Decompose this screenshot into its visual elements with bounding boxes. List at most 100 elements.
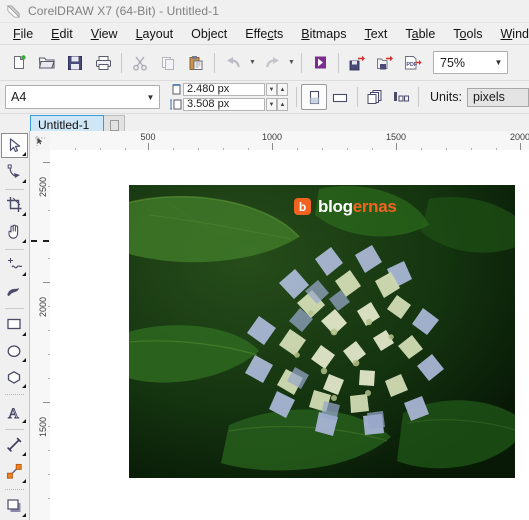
menu-effects[interactable]: Effects (236, 25, 292, 43)
shape-tool[interactable] (1, 159, 28, 184)
menu-table[interactable]: Table (396, 25, 444, 43)
shadow-tool[interactable] (1, 494, 28, 519)
flyout-indicator-icon[interactable] (22, 452, 26, 457)
menu-bitmaps[interactable]: Bitmaps (292, 25, 355, 43)
flyout-indicator-icon[interactable] (22, 331, 26, 336)
page-width-field[interactable]: 2.480 px (183, 83, 265, 96)
menu-tools[interactable]: Tools (444, 25, 491, 43)
copy-button[interactable] (154, 49, 182, 77)
toolbox-separator-3 (5, 308, 24, 310)
flyout-indicator-icon[interactable] (22, 238, 26, 243)
portrait-orientation-button[interactable] (301, 84, 327, 110)
redo-arrow-icon (265, 57, 279, 68)
horizontal-ruler[interactable]: 500 1000 1500 2000 (50, 131, 529, 151)
freehand-curve-icon (7, 257, 22, 269)
artistic-brush-icon (6, 288, 19, 296)
folder-open-icon (38, 57, 55, 69)
property-separator-2 (357, 87, 358, 107)
redo-button[interactable] (258, 49, 286, 77)
chevron-down-icon[interactable]: ▼ (142, 93, 159, 102)
clipboard-paste-icon (189, 55, 203, 70)
all-pages-button[interactable] (362, 84, 388, 110)
flyout-indicator-icon[interactable] (22, 478, 26, 483)
page-height-spinner[interactable]: ▼ ▲ (266, 98, 288, 111)
units-combo[interactable]: pixels (466, 87, 529, 107)
dimension-tool[interactable] (1, 433, 28, 458)
vruler-label-2500: 2500 (38, 177, 48, 198)
save-button[interactable] (61, 49, 89, 77)
artistic-media-tool[interactable] (1, 279, 28, 304)
undo-button[interactable] (219, 49, 247, 77)
new-document-button[interactable] (5, 49, 33, 77)
page-height-field[interactable]: 3.508 px (183, 98, 265, 111)
menu-layout[interactable]: Layout (127, 25, 183, 43)
menu-window[interactable]: Window (491, 25, 529, 43)
drawing-canvas[interactable]: b blogernas (50, 150, 529, 520)
pick-tool[interactable] (1, 133, 28, 159)
text-tool[interactable]: A (1, 399, 28, 424)
chevron-down-icon[interactable]: ▼ (490, 58, 507, 67)
flyout-indicator-icon[interactable] (22, 152, 26, 157)
cut-button[interactable] (126, 49, 154, 77)
ellipse-tool[interactable] (1, 339, 28, 364)
current-page-button[interactable] (388, 84, 414, 110)
rectangle-tool[interactable] (1, 312, 28, 337)
landscape-orientation-button[interactable] (327, 84, 353, 110)
freehand-tool[interactable] (1, 253, 28, 278)
menu-file[interactable]: File (4, 25, 42, 43)
crop-tool[interactable] (1, 193, 28, 218)
redo-history-dropdown[interactable]: ▼ (286, 51, 297, 75)
paper-type-combo[interactable]: A4 ▼ (5, 85, 160, 109)
toolbox-separator-4 (5, 394, 24, 396)
new-page-icon (109, 119, 119, 131)
standard-toolbar: ▼ ▼ PDF 75% ▼ (0, 45, 529, 81)
menu-edit[interactable]: Edit (42, 25, 82, 43)
all-pages-icon (367, 90, 381, 104)
flyout-indicator-icon[interactable] (22, 212, 26, 217)
toolbox-separator-2 (5, 248, 24, 250)
floppy-disk-icon (68, 55, 82, 70)
print-button[interactable] (89, 49, 117, 77)
polygon-tool[interactable] (1, 365, 28, 390)
flyout-indicator-icon[interactable] (22, 358, 26, 363)
hruler-label-1000: 1000 (261, 132, 283, 142)
paste-button[interactable] (182, 49, 210, 77)
current-page-only-icon (393, 92, 409, 102)
menu-object[interactable]: Object (182, 25, 236, 43)
ruler-origin-icon (35, 135, 45, 146)
export-button[interactable] (371, 49, 399, 77)
flyout-indicator-icon[interactable] (22, 512, 26, 517)
flyout-indicator-icon[interactable] (22, 271, 26, 276)
hruler-label-2000: 2000 (509, 132, 529, 142)
wordmark-ernas: ernas (352, 197, 397, 216)
export-icon (377, 55, 393, 69)
vruler-label-2000: 2000 (38, 297, 48, 318)
svg-text:A: A (8, 406, 19, 421)
hydrangea-photo-graphic (129, 185, 515, 478)
flyout-indicator-icon[interactable] (22, 384, 26, 389)
menu-text[interactable]: Text (355, 25, 396, 43)
property-bar: A4 ▼ 2.480 px ▼ ▲ 3.508 px ▼ ▲ Units: pi… (0, 81, 529, 114)
publish-pdf-button[interactable]: PDF (399, 49, 427, 77)
toolbar-separator-3 (301, 52, 302, 73)
pan-tool[interactable] (1, 219, 28, 244)
portrait-page-icon (309, 90, 319, 104)
pdf-icon: PDF (405, 55, 422, 69)
connector-tool[interactable] (1, 459, 28, 484)
page-width-icon (169, 83, 183, 96)
dimension-line-icon (6, 437, 21, 452)
page-width-spinner[interactable]: ▼ ▲ (266, 83, 288, 96)
ruler-origin-button[interactable] (30, 131, 51, 151)
hydrangea-photo[interactable]: b blogernas (129, 185, 515, 478)
open-button[interactable] (33, 49, 61, 77)
import-file-button[interactable] (343, 49, 371, 77)
menu-view[interactable]: View (82, 25, 127, 43)
coreldraw-logo-icon (6, 4, 21, 18)
flyout-indicator-icon[interactable] (22, 178, 26, 183)
vertical-ruler[interactable]: 2500 2000 1500 1000 (30, 150, 51, 520)
import-button[interactable] (306, 49, 334, 77)
zoom-level-combo[interactable]: 75% ▼ (433, 51, 508, 74)
flyout-indicator-icon[interactable] (22, 418, 26, 423)
import-icon (314, 56, 326, 69)
undo-history-dropdown[interactable]: ▼ (247, 51, 258, 75)
